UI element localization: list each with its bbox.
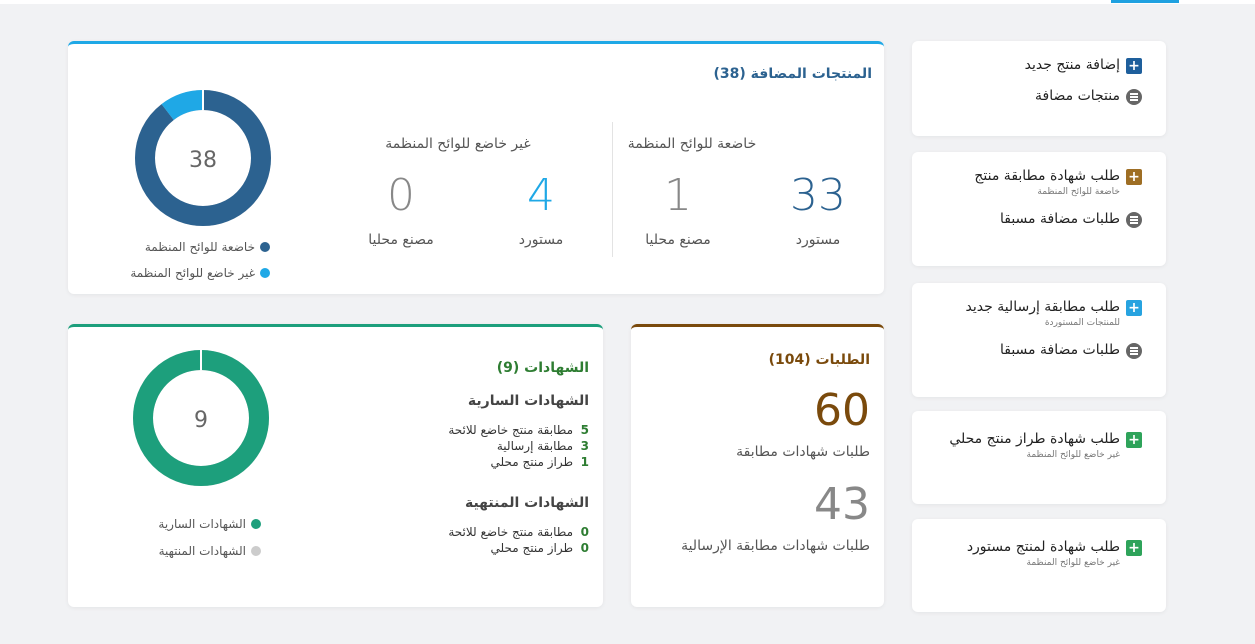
certificate-count: 3 <box>580 439 589 453</box>
certificates-card: الشهادات (9) الشهادات السارية 5 مطابقة من… <box>68 324 603 607</box>
products-donut-total: 38 <box>189 148 217 173</box>
legend-dot <box>260 242 270 252</box>
plus-icon: + <box>1126 432 1142 448</box>
certificates-donut: 9 <box>133 350 269 486</box>
legend-expired: الشهادات المنتهية <box>159 544 261 558</box>
certificate-list-item: 0 طراز منتج محلي <box>448 541 590 555</box>
certificate-label: مطابقة منتج خاضع للائحة <box>448 423 573 437</box>
legend-expired-label: الشهادات المنتهية <box>158 544 246 558</box>
legend-active: الشهادات السارية <box>158 517 261 531</box>
previous-shipment-requests-link[interactable]: طلبات مضافة مسبقا <box>926 342 1142 359</box>
shipment-request-title: طلب مطابقة إرسالية جديد <box>965 299 1121 315</box>
legend-regulated-label: خاضعة للوائح المنظمة <box>144 240 255 254</box>
unregulated-heading: غير خاضع للوائح المنظمة <box>385 136 531 152</box>
legend-regulated: خاضعة للوائح المنظمة <box>145 240 270 254</box>
certificate-list-item: 3 مطابقة إرسالية <box>448 439 589 453</box>
side-card-products: + إضافة منتج جديد منتجات مضافة <box>912 41 1166 136</box>
legend-dot <box>260 268 270 278</box>
active-certificates-heading: الشهادات السارية <box>467 393 589 409</box>
previous-requests-label: طلبات مضافة مسبقا <box>999 211 1120 227</box>
list-icon <box>1126 212 1142 228</box>
certificate-list-item: 5 مطابقة منتج خاضع للائحة <box>448 423 589 437</box>
unregulated-imported-label: مستورد <box>518 232 564 248</box>
list-icon <box>1126 89 1142 105</box>
add-product-link[interactable]: + إضافة منتج جديد <box>926 57 1142 74</box>
expired-certificates-heading: الشهادات المنتهية <box>464 495 589 511</box>
regulated-local-count: 1 <box>664 170 692 221</box>
conformity-request-title: طلب شهادة مطابقة منتج <box>974 168 1120 184</box>
conformity-label: طلبات شهادات مطابقة <box>736 444 870 460</box>
certificate-list-item: 1 طراز منتج محلي <box>448 455 590 469</box>
added-products-link[interactable]: منتجات مضافة <box>926 88 1142 105</box>
products-donut: 38 <box>135 90 271 226</box>
regulated-local-label: مصنع محليا <box>645 232 711 248</box>
products-title: المنتجات المضافة (38) <box>713 66 872 82</box>
regulated-imported-count: 33 <box>790 170 846 221</box>
top-bar <box>0 0 1255 4</box>
active-tab-indicator <box>1111 0 1179 3</box>
previous-requests-link[interactable]: طلبات مضافة مسبقا <box>926 211 1142 228</box>
shipment-request-sub: للمنتجات المستوردة <box>1044 318 1120 328</box>
shipment-request-link[interactable]: + طلب مطابقة إرسالية جديد للمنتجات المست… <box>926 299 1142 328</box>
add-product-label: إضافة منتج جديد <box>1024 57 1120 73</box>
certificate-count: 5 <box>580 423 589 437</box>
local-model-request-sub: غير خاضع للوائح المنظمة <box>1026 450 1120 460</box>
products-card: المنتجات المضافة (38) خاضعة للوائح المنظ… <box>68 41 884 294</box>
imported-request-link[interactable]: + طلب شهادة لمنتج مستورد غير خاضع للوائح… <box>926 539 1142 568</box>
unregulated-local-label: مصنع محليا <box>368 232 434 248</box>
added-products-label: منتجات مضافة <box>1035 88 1120 104</box>
regulated-heading: خاضعة للوائح المنظمة <box>627 136 757 152</box>
certificate-label: طراز منتج محلي <box>490 455 574 469</box>
plus-icon: + <box>1126 300 1142 316</box>
certificate-count: 0 <box>580 525 589 539</box>
plus-icon: + <box>1126 540 1142 556</box>
plus-icon: + <box>1126 169 1142 185</box>
legend-dot <box>251 546 261 556</box>
legend-active-label: الشهادات السارية <box>158 517 246 531</box>
divider <box>612 122 613 257</box>
certificates-donut-total: 9 <box>194 408 208 433</box>
certificate-label: طراز منتج محلي <box>490 541 574 555</box>
unregulated-imported-count: 4 <box>527 170 555 221</box>
imported-request-sub: غير خاضع للوائح المنظمة <box>1026 558 1120 568</box>
certificate-list-item: 0 مطابقة منتج خاضع للائحة <box>448 525 589 539</box>
conformity-count: 60 <box>814 385 870 436</box>
certificate-label: مطابقة منتج خاضع للائحة <box>448 525 573 539</box>
side-card-conformity: + طلب شهادة مطابقة منتج خاضعة للوائح الم… <box>912 152 1166 266</box>
certificate-count: 0 <box>580 541 589 555</box>
shipment-count: 43 <box>814 479 870 530</box>
legend-unregulated: غير خاضع للوائح المنظمة <box>130 266 270 280</box>
plus-icon: + <box>1126 58 1142 74</box>
regulated-imported-label: مستورد <box>795 232 841 248</box>
certificate-count: 1 <box>580 455 589 469</box>
requests-card: الطلبات (104) 60 طلبات شهادات مطابقة 43 … <box>631 324 884 607</box>
conformity-request-link[interactable]: + طلب شهادة مطابقة منتج خاضعة للوائح الم… <box>926 168 1142 197</box>
side-card-local-model: + طلب شهادة طراز منتج محلي غير خاضع للوا… <box>912 411 1166 504</box>
local-model-request-title: طلب شهادة طراز منتج محلي <box>949 431 1120 447</box>
imported-request-title: طلب شهادة لمنتج مستورد <box>966 539 1120 555</box>
legend-dot <box>251 519 261 529</box>
certificates-title: الشهادات (9) <box>496 360 589 376</box>
side-card-shipment: + طلب مطابقة إرسالية جديد للمنتجات المست… <box>912 283 1166 397</box>
shipment-label: طلبات شهادات مطابقة الإرسالية <box>681 538 870 554</box>
requests-title: الطلبات (104) <box>768 352 870 368</box>
side-card-imported: + طلب شهادة لمنتج مستورد غير خاضع للوائح… <box>912 519 1166 612</box>
active-certificates-list: 5 مطابقة منتج خاضع للائحة 3 مطابقة إرسالية 1… <box>448 421 589 471</box>
conformity-request-sub: خاضعة للوائح المنظمة <box>1037 187 1120 197</box>
certificate-label: مطابقة إرسالية <box>496 439 573 453</box>
legend-unregulated-label: غير خاضع للوائح المنظمة <box>130 266 255 280</box>
list-icon <box>1126 343 1142 359</box>
previous-shipment-requests-label: طلبات مضافة مسبقا <box>999 342 1120 358</box>
unregulated-local-count: 0 <box>387 170 415 221</box>
local-model-request-link[interactable]: + طلب شهادة طراز منتج محلي غير خاضع للوا… <box>926 431 1142 460</box>
expired-certificates-list: 0 مطابقة منتج خاضع للائحة 0 طراز منتج محلي <box>448 523 589 557</box>
